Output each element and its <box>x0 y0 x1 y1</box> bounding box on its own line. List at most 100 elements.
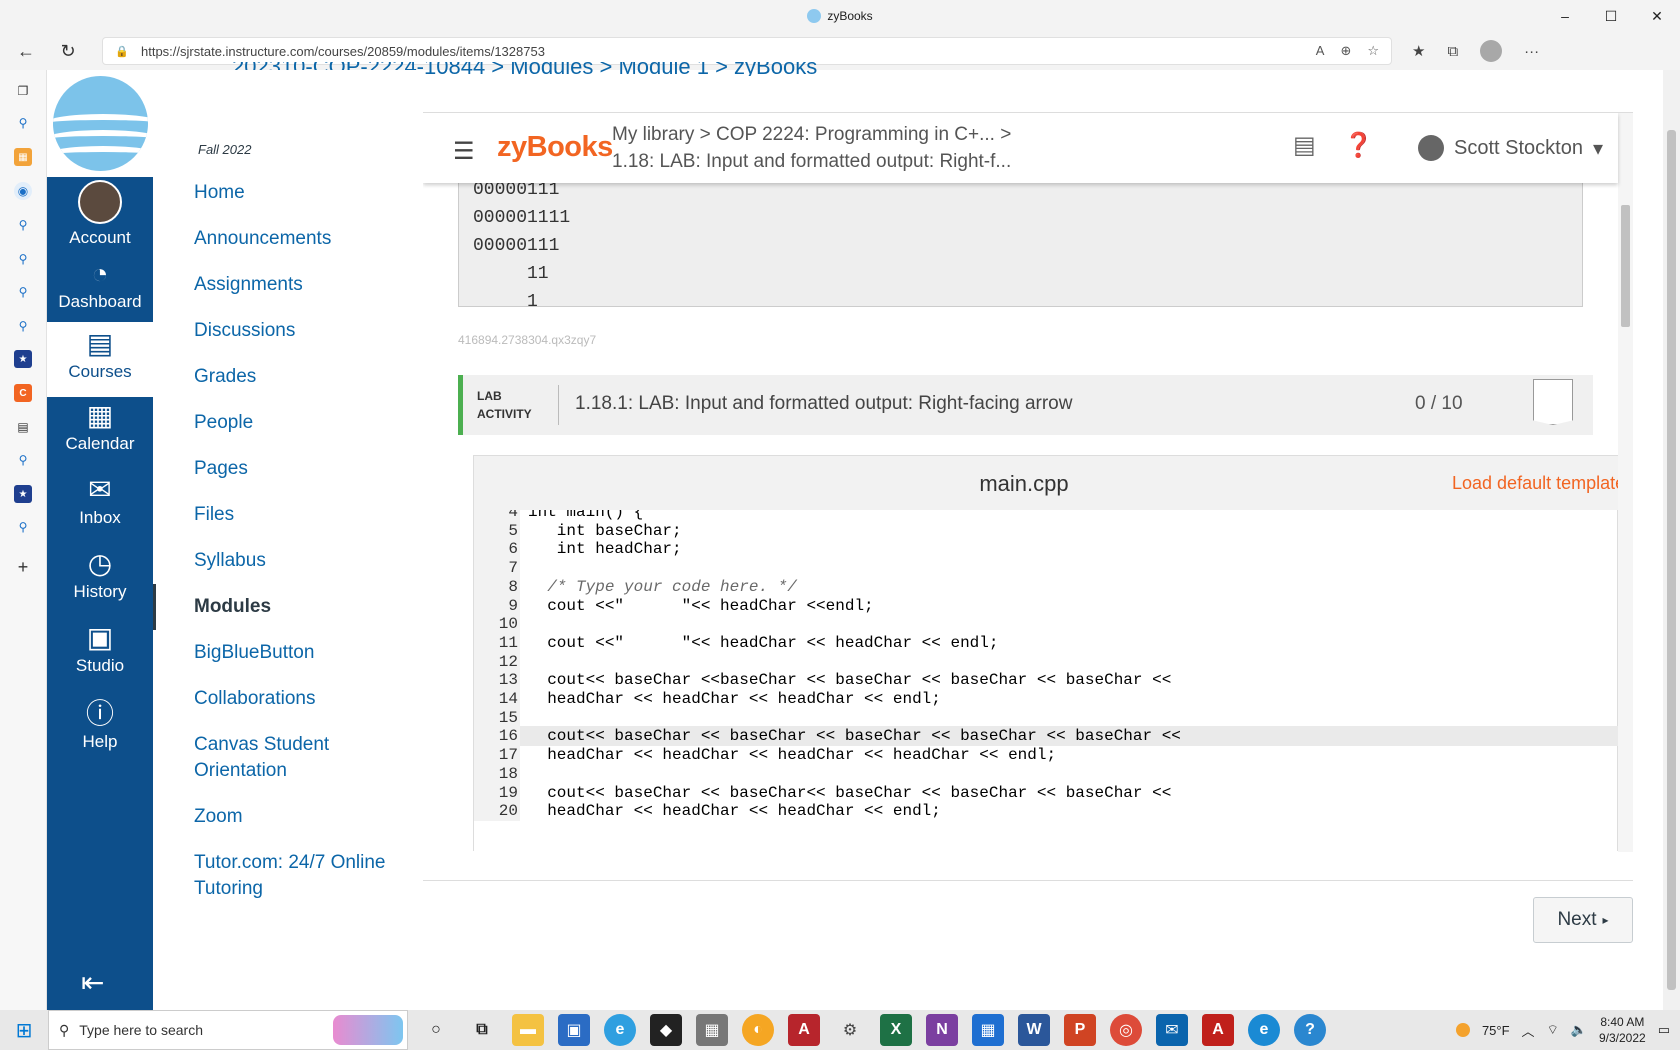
code-area[interactable]: 4 int main() {5 int baseChar; 6 int headCh… <box>474 510 1618 851</box>
code-line[interactable]: 20 headChar << headChar << headChar << e… <box>474 801 1618 822</box>
code-line[interactable]: 5 int baseChar; <box>474 520 1618 541</box>
code-line[interactable]: 15 <box>474 707 1618 728</box>
help-app-icon[interactable]: ? <box>1294 1014 1326 1046</box>
chevron-up-icon[interactable]: ︿ <box>1522 1021 1535 1040</box>
code-line[interactable]: 18 <box>474 763 1618 784</box>
code-line[interactable]: 9 cout <<" "<< headChar <<endl; <box>474 595 1618 616</box>
onenote-icon[interactable]: N <box>926 1014 958 1046</box>
clock[interactable]: 8:40 AM 9/3/2022 <box>1599 1014 1646 1046</box>
code-line[interactable]: 14 headChar << headChar << headChar << e… <box>474 689 1618 709</box>
acrobat-icon[interactable]: A <box>1202 1014 1234 1046</box>
weather-temp[interactable]: 75°F <box>1482 1023 1510 1038</box>
code-editor[interactable]: main.cpp Load default template... 4int m… <box>473 455 1618 851</box>
search-icon[interactable]: ⚲ <box>14 451 32 469</box>
word-icon[interactable]: W <box>1018 1014 1050 1046</box>
course-nav-grades[interactable]: Grades <box>153 354 423 400</box>
refresh-icon[interactable]: ↻ <box>52 35 84 67</box>
calendar-icon[interactable]: ▦ <box>972 1014 1004 1046</box>
store-icon[interactable]: ▣ <box>558 1014 590 1046</box>
code-line[interactable]: 7 <box>474 558 1618 579</box>
shield-icon[interactable]: ★ <box>14 485 32 503</box>
chrome-icon[interactable]: ◎ <box>1110 1014 1142 1046</box>
code-line[interactable]: 6 int headChar; <box>474 539 1618 560</box>
cortana-icon[interactable]: ○ <box>420 1014 452 1046</box>
course-nav-zoom[interactable]: Zoom <box>153 794 423 840</box>
task-view-icon[interactable]: ⧉ <box>466 1014 498 1046</box>
code-line[interactable]: 10 <box>474 614 1618 635</box>
page-scrollbar[interactable] <box>1663 70 1680 1010</box>
zoom-icon[interactable]: ⊕ <box>1340 43 1351 59</box>
mail-icon[interactable]: ✉ <box>1156 1014 1188 1046</box>
course-nav-tutoring[interactable]: Tutor.com: 24/7 Online Tutoring <box>153 840 423 912</box>
add-icon[interactable]: + <box>14 557 32 577</box>
course-nav-home[interactable]: Home <box>153 170 423 216</box>
course-nav-syllabus[interactable]: Syllabus <box>153 538 423 584</box>
course-nav-collaborations[interactable]: Collaborations <box>153 676 423 722</box>
access-icon[interactable]: A <box>788 1014 820 1046</box>
volume-icon[interactable]: 🔈 <box>1571 1022 1587 1038</box>
nav-calendar[interactable]: ▦ Calendar <box>47 400 153 472</box>
next-button[interactable]: Next ▸ <box>1533 897 1633 943</box>
ie-icon[interactable]: e <box>604 1014 636 1046</box>
edge-icon[interactable]: e <box>1248 1014 1280 1046</box>
minimize-button[interactable]: – <box>1542 0 1588 32</box>
zybooks-breadcrumb-book[interactable]: My library > COP 2224: Programming in C+… <box>612 124 1011 146</box>
favorites-icon[interactable]: ★ <box>1412 42 1425 60</box>
user-menu[interactable]: Scott Stockton ▾ <box>1418 135 1603 161</box>
add-favorite-icon[interactable]: ☆ <box>1367 43 1379 59</box>
nav-dashboard[interactable]: ◔ Dashboard <box>47 258 153 330</box>
app-icon[interactable]: ▦ <box>14 148 32 166</box>
code-line[interactable]: 16 cout<< baseChar << baseChar << baseCh… <box>474 726 1618 747</box>
profile-avatar[interactable] <box>1480 40 1503 62</box>
search-icon[interactable]: ⚲ <box>14 216 32 234</box>
tab-actions-icon[interactable]: ❐ <box>14 82 32 100</box>
code-line[interactable]: 17 headChar << headChar << headChar << h… <box>474 745 1618 766</box>
menu-icon[interactable]: ☰ <box>453 137 475 166</box>
nav-help[interactable]: ⓘ Help <box>47 698 153 770</box>
code-line[interactable]: 13 cout<< baseChar <<baseChar << baseCha… <box>474 670 1618 691</box>
settings-icon[interactable]: ⚙ <box>834 1014 866 1046</box>
powerpoint-icon[interactable]: P <box>1064 1014 1096 1046</box>
c-app-icon[interactable]: C <box>14 384 32 402</box>
nav-account[interactable]: Account <box>47 180 153 250</box>
taskbar-search[interactable]: ⚲ Type here to search <box>48 1010 408 1050</box>
zybooks-logo[interactable]: zyBooks <box>497 131 613 164</box>
institution-logo[interactable] <box>47 70 153 177</box>
calendar-icon[interactable]: ▤ <box>14 418 32 436</box>
zybooks-breadcrumb-section[interactable]: 1.18: LAB: Input and formatted output: R… <box>612 151 1011 173</box>
course-nav-modules[interactable]: Modules <box>153 584 423 630</box>
code-line[interactable]: 19 cout<< baseChar << baseChar<< baseCha… <box>474 782 1618 803</box>
scrollbar-thumb[interactable] <box>1667 130 1676 990</box>
course-nav-people[interactable]: People <box>153 400 423 446</box>
course-nav-orientation[interactable]: Canvas Student Orientation <box>153 722 423 794</box>
course-nav-announcements[interactable]: Announcements <box>153 216 423 262</box>
scrollbar-thumb[interactable] <box>1621 205 1630 327</box>
file-explorer-icon[interactable]: ▬ <box>512 1014 544 1046</box>
code-line[interactable]: 8 /* Type your code here. */ <box>474 576 1618 597</box>
search-icon[interactable]: ⚲ <box>14 114 32 132</box>
zybooks-tab-icon[interactable]: ◉ <box>14 182 32 200</box>
nav-courses[interactable]: ▤ Courses <box>47 322 153 397</box>
course-nav-files[interactable]: Files <box>153 492 423 538</box>
read-aloud-icon[interactable]: A <box>1316 43 1325 59</box>
url-field[interactable]: 🔒 https://sjrstate.instructure.com/cours… <box>102 37 1392 65</box>
search-icon[interactable]: ⚲ <box>14 317 32 335</box>
course-nav-discussions[interactable]: Discussions <box>153 308 423 354</box>
back-arrow-icon[interactable]: ← <box>10 35 42 67</box>
course-nav-pages[interactable]: Pages <box>153 446 423 492</box>
nav-inbox[interactable]: ✉ Inbox <box>47 474 153 546</box>
collections-icon[interactable]: ⧉ <box>1447 43 1458 60</box>
frame-scrollbar[interactable] <box>1618 113 1633 852</box>
help-icon[interactable]: ❓ <box>1344 131 1374 160</box>
maximize-button[interactable]: ☐ <box>1588 0 1634 32</box>
close-button[interactable]: ✕ <box>1634 0 1680 32</box>
network-icon[interactable]: ⌔ <box>1547 1022 1559 1038</box>
search-icon[interactable]: ⚲ <box>14 250 32 268</box>
code-line[interactable]: 11 cout <<" "<< headChar << headChar << … <box>474 632 1618 653</box>
code-line[interactable]: 12 <box>474 651 1618 672</box>
load-default-template-link[interactable]: Load default template... <box>1452 473 1618 494</box>
notifications-icon[interactable]: ▭ <box>1658 1022 1670 1038</box>
search-icon[interactable]: ⚲ <box>14 283 32 301</box>
collapse-nav-icon[interactable]: ⇤ <box>81 966 104 999</box>
shield-icon[interactable]: ★ <box>14 350 32 368</box>
